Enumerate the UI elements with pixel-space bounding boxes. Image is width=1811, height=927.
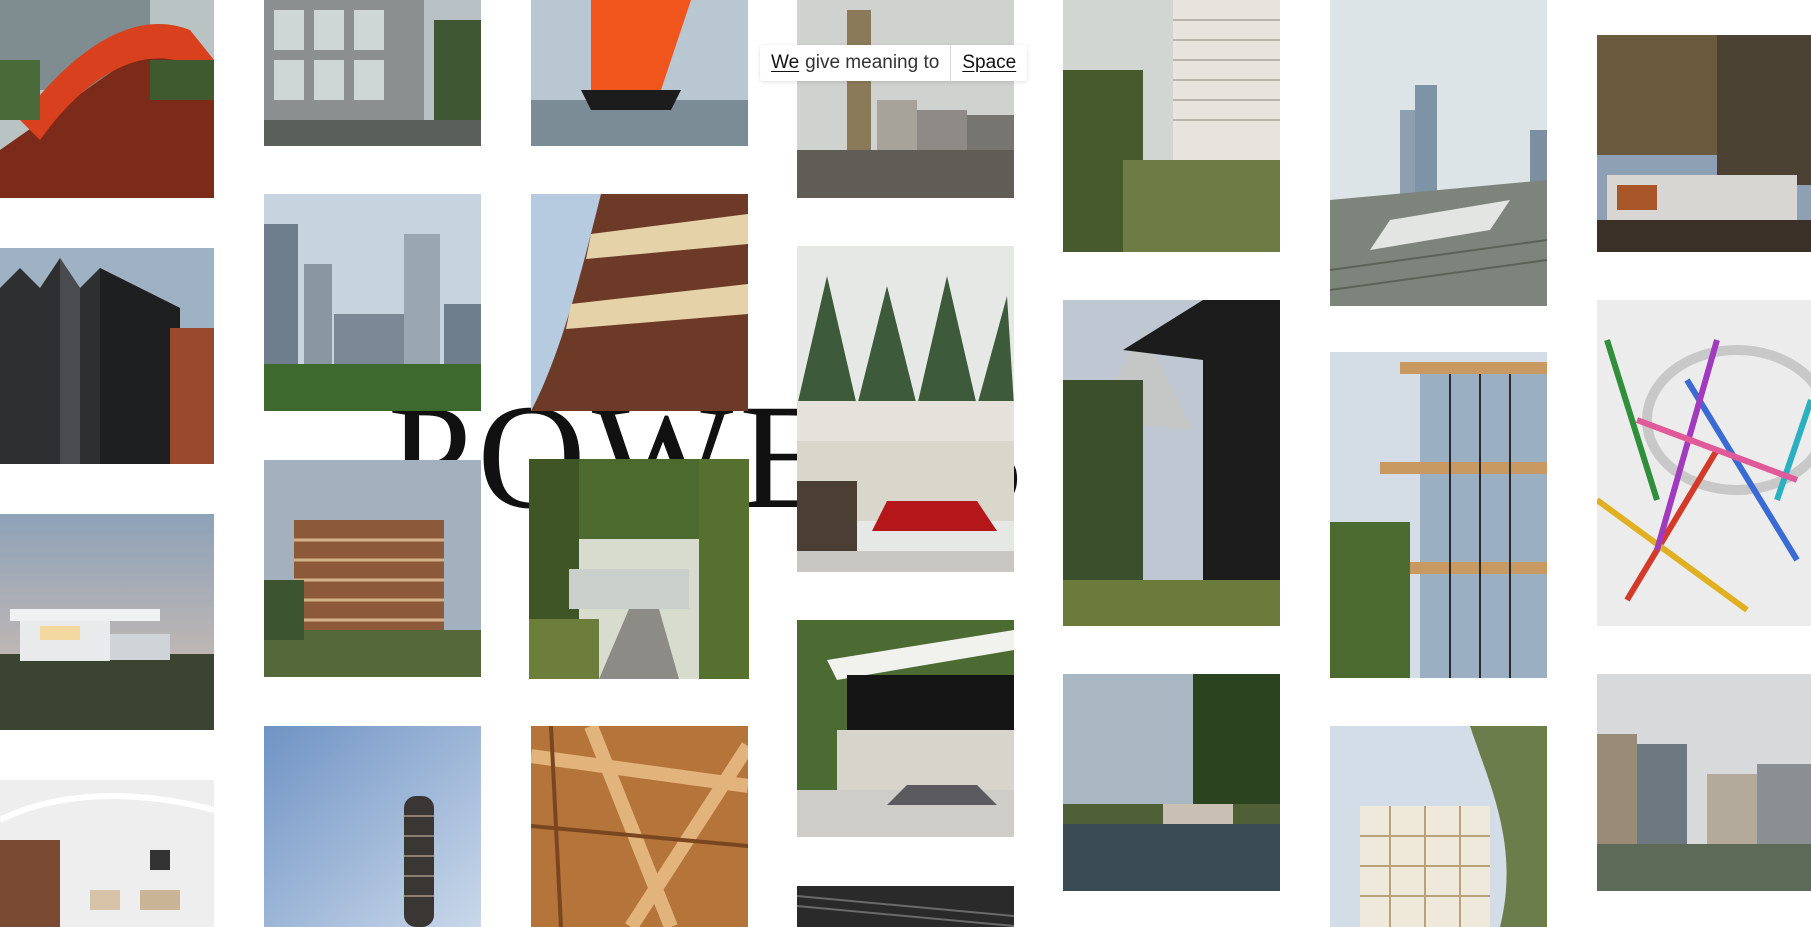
project-tile-red-bridge[interactable] (0, 0, 214, 198)
project-tile-waterfront-blocks[interactable] (1597, 674, 1811, 891)
project-tile-dark-interior[interactable] (797, 886, 1014, 927)
project-tile-woods-pavilion[interactable] (1597, 35, 1811, 252)
project-tile-brick-band[interactable] (531, 194, 748, 411)
project-image (1063, 0, 1280, 252)
project-image (264, 194, 481, 411)
project-tile-convertible[interactable] (797, 620, 1014, 837)
project-image (531, 194, 748, 411)
project-tile-red-car-house[interactable] (797, 246, 1014, 572)
project-image (1063, 674, 1280, 891)
project-tile-glass-office[interactable] (264, 0, 481, 146)
project-image (264, 726, 481, 927)
project-tile-sailboat[interactable] (531, 0, 748, 146)
project-tile-white-apartment[interactable] (1330, 726, 1547, 927)
project-image (1597, 35, 1811, 252)
project-tile-forest-tower[interactable] (1063, 0, 1280, 252)
space-link[interactable]: Space (962, 52, 1016, 74)
tagline-text: We give meaning to (760, 45, 950, 81)
project-image (797, 246, 1014, 572)
project-tile-skyline-tower[interactable] (797, 0, 1014, 198)
project-image (1330, 352, 1547, 678)
tagline-space-segment: Space (950, 45, 1027, 81)
project-image (0, 780, 214, 927)
tagline-rest: give meaning to (805, 52, 940, 73)
tagline-bar: We give meaning to Space (760, 45, 1028, 81)
project-image (1597, 300, 1811, 626)
project-image (531, 726, 748, 927)
project-image (1063, 300, 1280, 626)
tagline-we-link[interactable]: We (771, 52, 799, 74)
project-tile-urban-towers[interactable] (264, 194, 481, 411)
project-image (797, 620, 1014, 837)
project-tile-art-installation[interactable] (1597, 300, 1811, 626)
project-tile-villa-lane[interactable] (529, 459, 749, 679)
project-image (1330, 726, 1547, 927)
project-image (531, 0, 748, 146)
project-tile-lakeside[interactable] (1063, 674, 1280, 891)
project-image (529, 459, 749, 679)
project-tile-city-railway[interactable] (1330, 0, 1547, 306)
project-tile-interior[interactable] (0, 780, 214, 927)
project-tile-dark-metal[interactable] (0, 248, 214, 464)
project-tile-slim-tower[interactable] (264, 726, 481, 927)
project-tile-timber-apartment[interactable] (264, 460, 481, 677)
project-tile-timber-roof[interactable] (531, 726, 748, 927)
project-image (0, 514, 214, 730)
project-image (264, 0, 481, 146)
project-image (264, 460, 481, 677)
project-image (0, 0, 214, 198)
project-tile-black-timber[interactable] (1063, 300, 1280, 626)
project-tile-glass-balconies[interactable] (1330, 352, 1547, 678)
homepage-stage: POWERS CS (0, 0, 1811, 927)
project-image (797, 886, 1014, 927)
project-image (0, 248, 214, 464)
project-image (1597, 674, 1811, 891)
project-image (1330, 0, 1547, 306)
project-tile-white-villa[interactable] (0, 514, 214, 730)
project-image (797, 0, 1014, 198)
